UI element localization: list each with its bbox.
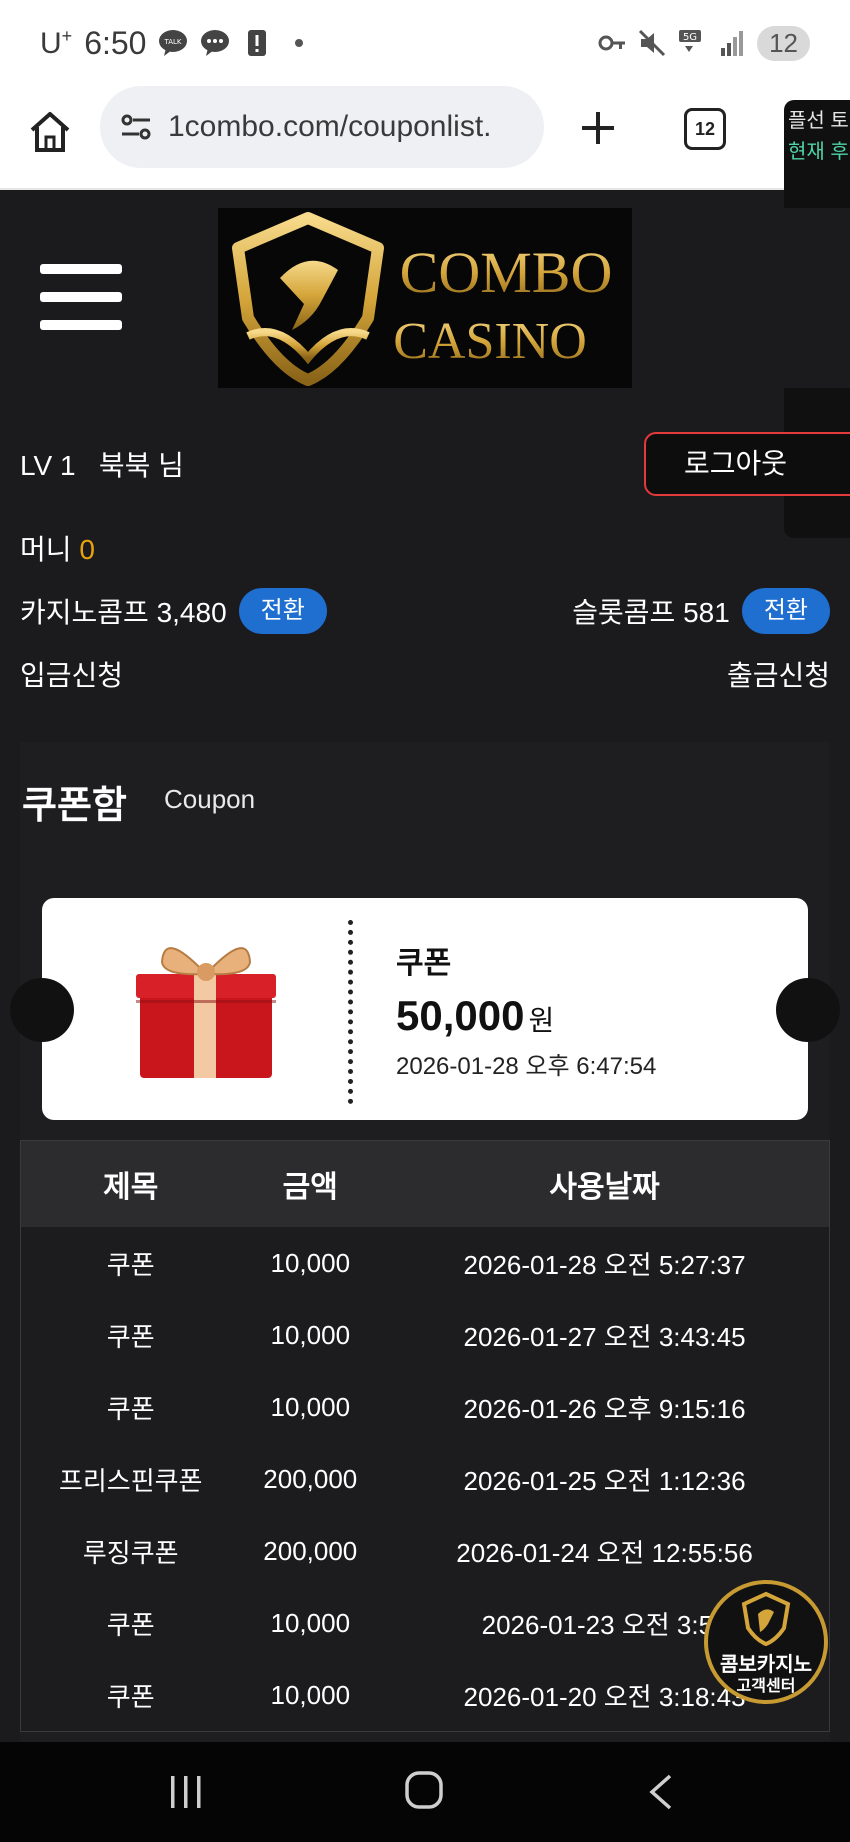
row-date: 2026-01-25 오전 1:12:36 [463,1465,746,1496]
dot-icon [295,39,304,47]
deposit-link[interactable]: 입금신청 [20,654,123,694]
casino-comp-convert-button[interactable]: 전환 [238,588,327,634]
coupon-date: 2026-01-28 오후 6:47:54 [396,1053,657,1080]
cell-signal-icon [721,31,744,56]
row-title: 쿠폰 [106,1681,155,1712]
section-subtitle: Coupon [164,784,256,814]
row-amount: 200,000 [263,1463,358,1494]
slot-comp-label: 슬롯콤프 581 [572,597,730,628]
logo-text-casino: CASINO [393,313,587,370]
table-row[interactable]: 프리스핀쿠폰 200,000 2026-01-25 오전 1:12:36 [21,1443,829,1515]
table-row[interactable]: 쿠폰 10,000 2026-01-26 오후 9:15:16 [21,1371,829,1443]
browser-toolbar: 1combo.com/couponlist. 12 [0,86,850,190]
menu-bar-icon [40,264,122,274]
column-header-date: 사용날짜 [549,1171,660,1204]
slot-comp: 슬롯콤프 581 전환 [572,588,830,634]
card-divider [348,920,353,1104]
row-amount: 10,000 [270,1607,351,1638]
table-row[interactable]: 쿠폰 10,000 2026-01-28 오전 5:27:37 [21,1227,829,1299]
row-title: 루징쿠폰 [82,1537,179,1568]
chat-icon [201,30,230,56]
casino-comp-label: 카지노콤프 3,480 [20,597,227,628]
key-icon [598,35,626,51]
notification-count-badge: 12 [757,25,810,61]
row-date: 2026-01-28 오전 5:27:37 [463,1249,746,1280]
combo-casino-logo: COMBO CASINO [232,212,613,386]
column-header-amount: 금액 [282,1171,338,1204]
shield-icon [741,1591,791,1647]
carrier-label: U+ [40,25,73,60]
support-line2: 고객센터 [736,1678,796,1695]
row-date: 2026-01-26 오후 9:15:16 [463,1393,746,1424]
row-amount: 10,000 [270,1319,351,1350]
row-title: 쿠폰 [106,1393,155,1424]
side-panel-line1: 플선 토 [788,110,849,132]
coupon-amount-unit: 원 [528,1005,555,1036]
row-date: 2026-01-24 오전 12:55:56 [456,1537,753,1568]
recent-apps-icon[interactable] [168,1772,204,1812]
coupon-amount: 50,000 원 [396,992,554,1040]
site-header: COMBO CASINO [0,208,850,388]
coupon-amount-value: 50,000 [396,992,525,1039]
row-title: 프리스핀쿠폰 [58,1465,203,1496]
mute-icon [639,29,666,57]
money-label: 머니 [20,534,72,565]
row-title: 쿠폰 [106,1249,155,1280]
menu-bar-icon [40,292,122,302]
row-amount: 10,000 [270,1679,351,1710]
row-amount: 10,000 [270,1247,351,1278]
site-settings-icon[interactable] [118,109,154,145]
svg-text:5G: 5G [683,32,697,43]
gift-box-icon [136,947,276,1078]
row-amount: 200,000 [263,1535,358,1566]
home-icon[interactable] [28,110,72,154]
clock: 6:50 [84,24,147,61]
user-level: LV 1 [20,450,76,481]
menu-bar-icon [40,320,122,330]
table-row[interactable]: 쿠폰 10,000 2026-01-27 오전 3:43:45 [21,1299,829,1371]
url-text[interactable]: 1combo.com/couponlist. [168,110,528,144]
logout-button[interactable]: 로그아웃 [644,432,850,496]
row-title: 쿠폰 [106,1609,155,1640]
table-header: 제목 금액 사용날짜 [21,1141,829,1227]
card-notch-right [776,978,840,1042]
logo-text-combo: COMBO [400,240,613,305]
row-date: 2026-01-27 오전 3:43:45 [463,1321,746,1352]
money-value: 0 [79,534,95,565]
site-logo[interactable]: COMBO CASINO [218,208,632,388]
card-notch-left [10,978,74,1042]
withdraw-link[interactable]: 출금신청 [727,654,830,694]
row-amount: 10,000 [270,1391,351,1422]
table-row[interactable]: 루징쿠폰 200,000 2026-01-24 오전 12:55:56 [21,1515,829,1587]
customer-support-button[interactable]: 콤보카지노 고객센터 [704,1580,828,1704]
menu-button[interactable] [40,264,122,334]
casino-comp: 카지노콤프 3,480 전환 [20,588,327,634]
svg-text:TALK: TALK [164,38,182,46]
user-name: 북북 님 [98,450,184,481]
address-bar[interactable]: 1combo.com/couponlist. [100,86,544,168]
row-title: 쿠폰 [106,1321,155,1352]
home-nav-icon[interactable] [404,1770,444,1810]
back-icon[interactable] [648,1772,674,1812]
slot-comp-convert-button[interactable]: 전환 [741,588,830,634]
system-nav-bar [0,1742,850,1842]
coupon-name: 쿠폰 [396,947,452,980]
5g-signal-icon: 5G [679,30,702,52]
new-tab-icon[interactable] [576,106,620,150]
alert-icon [248,30,267,56]
user-info: LV 1 북북 님 [20,444,184,484]
side-panel-line2: 현재 후 [788,141,849,163]
column-header-title: 제목 [103,1171,159,1204]
money-line: 머니 0 [20,528,95,568]
tab-switcher-button[interactable]: 12 [684,108,726,150]
status-bar: U+ 6:50 TALK 5G 12 [0,0,850,86]
coupon-card[interactable]: 쿠폰 50,000 원 2026-01-28 오후 6:47:54 [10,898,840,1120]
section-title: 쿠폰함 [22,785,127,827]
kakaotalk-icon: TALK [159,30,188,56]
